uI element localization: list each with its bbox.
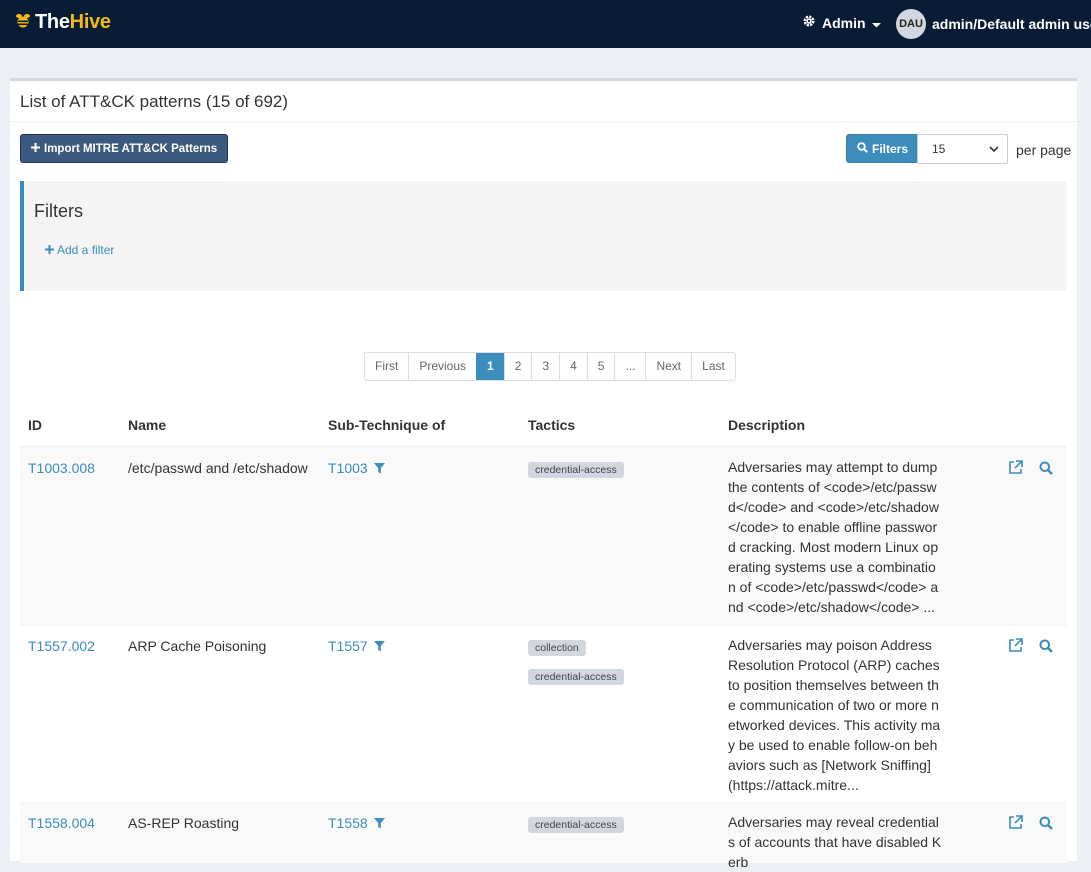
per-page-value: 15 bbox=[932, 142, 946, 156]
column-tactics[interactable]: Tactics bbox=[528, 417, 575, 433]
page-next[interactable]: Next bbox=[645, 353, 691, 380]
column-sub-technique-of[interactable]: Sub-Technique of bbox=[328, 417, 445, 433]
add-filter-label: Add a filter bbox=[57, 243, 115, 257]
parent-technique-link[interactable]: T1003 bbox=[328, 460, 368, 476]
tactics-list: credential-access bbox=[528, 460, 624, 489]
per-page-label: per page bbox=[1016, 142, 1072, 158]
column-id[interactable]: ID bbox=[28, 417, 42, 433]
column-name[interactable]: Name bbox=[128, 417, 166, 433]
parent-technique-link[interactable]: T1557 bbox=[328, 638, 368, 654]
column-description[interactable]: Description bbox=[728, 417, 805, 433]
filter-icon[interactable] bbox=[374, 639, 385, 655]
external-link-icon[interactable] bbox=[1008, 815, 1023, 833]
filters-panel: Filters Add a filter bbox=[20, 181, 1067, 291]
tactic-badge: collection bbox=[528, 640, 586, 656]
page-5[interactable]: 5 bbox=[586, 353, 615, 380]
external-link-icon[interactable] bbox=[1008, 638, 1023, 656]
tactic-badge: credential-access bbox=[528, 817, 624, 833]
tactics-list: collection credential-access bbox=[528, 638, 624, 696]
filter-icon[interactable] bbox=[374, 816, 385, 832]
attack-patterns-table: ID Name Sub-Technique of Tactics Descrip… bbox=[20, 411, 1067, 870]
admin-menu-label: Admin bbox=[822, 14, 866, 31]
logo-text-the: The bbox=[35, 11, 70, 33]
table-row: T1557.002 ARP Cache Poisoning T1557 coll… bbox=[20, 625, 1067, 802]
pattern-id-link[interactable]: T1557.002 bbox=[28, 638, 95, 654]
pattern-description: Adversaries may poison Address Resolutio… bbox=[728, 637, 941, 793]
page-3[interactable]: 3 bbox=[531, 353, 559, 380]
logo-text-hive: Hive bbox=[69, 11, 111, 33]
search-icon[interactable] bbox=[1039, 816, 1053, 833]
plus-icon bbox=[31, 142, 40, 155]
filter-icon[interactable] bbox=[374, 461, 385, 477]
pattern-id-link[interactable]: T1003.008 bbox=[28, 460, 95, 476]
search-icon bbox=[857, 141, 868, 156]
user-menu[interactable]: DAU admin/Default admin user bbox=[896, 9, 1091, 39]
filters-button-label: Filters bbox=[872, 141, 909, 156]
admin-menu[interactable]: Admin bbox=[802, 14, 881, 31]
pattern-name: /etc/passwd and /etc/shadow bbox=[128, 460, 308, 476]
plus-icon bbox=[45, 243, 54, 257]
user-label: admin/Default admin user bbox=[932, 16, 1091, 32]
tactic-badge: credential-access bbox=[528, 462, 624, 478]
parent-technique-link[interactable]: T1558 bbox=[328, 815, 368, 831]
page-title: List of ATT&CK patterns (15 of 692) bbox=[20, 92, 289, 111]
import-mitre-label: Import MITRE ATT&CK Patterns bbox=[44, 142, 218, 155]
tactic-badge: credential-access bbox=[528, 669, 624, 685]
bee-icon bbox=[14, 12, 32, 33]
chevron-down-icon bbox=[989, 142, 999, 156]
thehive-logo[interactable]: TheHive bbox=[14, 11, 111, 34]
external-link-icon[interactable] bbox=[1008, 460, 1023, 478]
import-mitre-button[interactable]: Import MITRE ATT&CK Patterns bbox=[20, 134, 229, 163]
top-navbar: TheHive Admin DAU admin/Default admin us… bbox=[0, 0, 1091, 48]
pagination: First Previous 1 2 3 4 5 ... Next Last bbox=[364, 352, 736, 381]
page-first[interactable]: First bbox=[365, 353, 408, 380]
page-2[interactable]: 2 bbox=[503, 353, 532, 380]
filters-title: Filters bbox=[34, 201, 83, 221]
add-filter-link[interactable]: Add a filter bbox=[45, 243, 114, 257]
caret-down-icon bbox=[871, 15, 881, 31]
table-row: T1558.004 AS-REP Roasting T1558 credenti… bbox=[20, 802, 1067, 870]
panel-header: List of ATT&CK patterns (15 of 692) bbox=[10, 81, 1077, 122]
gear-icon bbox=[802, 14, 816, 31]
pattern-name: AS-REP Roasting bbox=[128, 815, 240, 831]
tactics-list: credential-access bbox=[528, 815, 624, 844]
table-header: ID Name Sub-Technique of Tactics Descrip… bbox=[20, 411, 1067, 447]
page-4[interactable]: 4 bbox=[559, 353, 587, 380]
per-page-select[interactable]: 15 bbox=[917, 134, 1008, 164]
filters-button[interactable]: Filters bbox=[846, 134, 920, 163]
attack-patterns-panel: List of ATT&CK patterns (15 of 692) Impo… bbox=[10, 78, 1077, 870]
page-1[interactable]: 1 bbox=[476, 353, 504, 380]
search-icon[interactable] bbox=[1039, 639, 1053, 656]
pattern-name: ARP Cache Poisoning bbox=[128, 638, 267, 654]
page-last[interactable]: Last bbox=[691, 353, 735, 380]
pattern-description: Adversaries may reveal credentials of ac… bbox=[728, 814, 942, 870]
page-previous[interactable]: Previous bbox=[408, 353, 476, 380]
page-ellipsis[interactable]: ... bbox=[614, 353, 645, 380]
pattern-id-link[interactable]: T1558.004 bbox=[28, 815, 95, 831]
table-row: T1003.008 /etc/passwd and /etc/shadow T1… bbox=[20, 447, 1067, 625]
avatar: DAU bbox=[896, 9, 926, 39]
pattern-description: Adversaries may attempt to dump the cont… bbox=[728, 459, 939, 615]
search-icon[interactable] bbox=[1039, 461, 1053, 478]
